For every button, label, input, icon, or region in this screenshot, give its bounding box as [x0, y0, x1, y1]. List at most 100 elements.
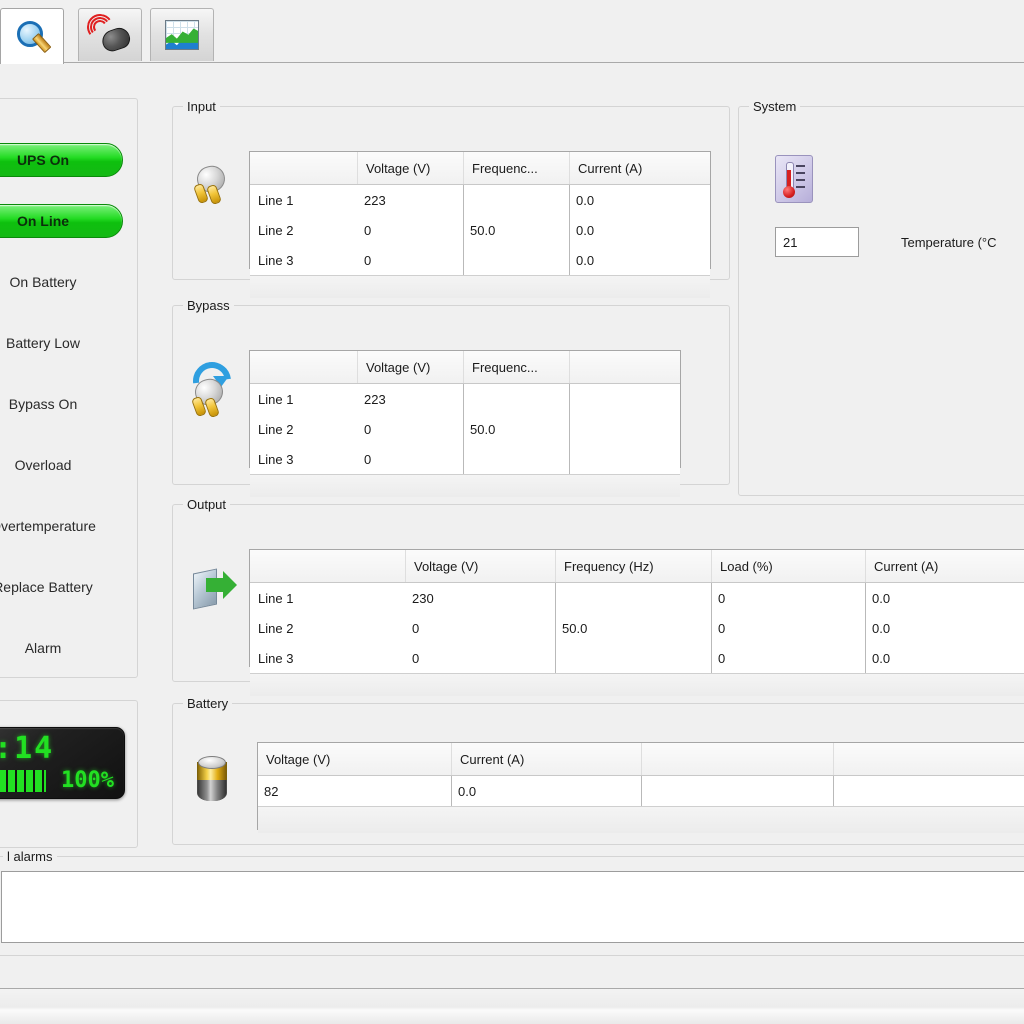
status-indicator-on-battery: On Battery — [0, 265, 123, 299]
status-group: Status UPS On On Line On Battery Battery… — [0, 98, 138, 678]
chart-tab[interactable] — [150, 8, 214, 61]
table-row[interactable]: Line 1 223 — [250, 384, 680, 414]
cell-frequency: 50.0 — [556, 613, 712, 643]
column-header: Load (%) — [712, 550, 866, 582]
input-group-title: Input — [183, 99, 220, 114]
row-label: Line 3 — [258, 252, 294, 268]
table-row[interactable]: Line 2 0 50.0 0.0 — [250, 215, 710, 245]
status-indicator-label: Replace Battery — [0, 579, 93, 595]
cell-voltage: 0 — [406, 643, 556, 673]
cell-frequency — [556, 583, 712, 613]
column-header: Voltage (V) — [358, 152, 464, 184]
cell-frequency: 50.0 — [464, 414, 570, 444]
cell-load: 0 — [712, 613, 866, 643]
status-indicator-overtemperature: Overtemperature — [0, 509, 123, 543]
column-header — [250, 152, 358, 184]
row-label: Line 2 — [258, 620, 294, 636]
column-header: Current (A) — [452, 743, 642, 775]
lcd-charge-percent: 100% — [61, 768, 114, 793]
events-tab[interactable] — [78, 8, 142, 61]
status-indicator-label: Overtemperature — [0, 518, 96, 534]
status-indicator-label: Battery Low — [6, 335, 80, 351]
cell-empty — [570, 444, 680, 474]
status-indicator-battery-low: Battery Low — [0, 326, 123, 360]
bypass-group: Bypass Voltage (V) Frequenc... Line 1 22… — [172, 298, 730, 497]
output-arrow-icon — [191, 567, 241, 611]
battery-group: Battery Voltage (V) Current (A) 82 0.0 — [172, 696, 1024, 845]
table-row[interactable]: Line 1 223 0.0 — [250, 185, 710, 215]
alarms-group-title: l alarms — [3, 849, 57, 864]
cell-empty — [570, 384, 680, 414]
table-row[interactable]: Line 2 0 50.0 0 0.0 — [250, 613, 1024, 643]
cell-current: 0.0 — [576, 192, 595, 208]
output-table-footer — [250, 673, 1024, 696]
status-indicator-label: On Line — [16, 213, 70, 229]
lcd-time-remaining: 5:14 — [0, 731, 55, 766]
alarms-group: l alarms — [0, 849, 1024, 956]
column-header: Frequenc... — [464, 351, 570, 383]
row-label: Line 1 — [258, 192, 294, 208]
chart-icon — [165, 20, 199, 50]
power-plug-icon — [191, 162, 235, 206]
cell-current: 0.0 — [576, 222, 595, 238]
system-group-title: System — [749, 99, 801, 114]
cell-voltage: 0 — [358, 245, 464, 275]
cell-current: 0.0 — [872, 620, 891, 636]
row-label: Line 3 — [258, 451, 294, 467]
row-label: Line 2 — [258, 222, 294, 238]
bypass-plug-icon — [185, 354, 239, 419]
output-table-body: Line 1 230 0 0.0 Line 2 0 50.0 0 0.0 Lin… — [250, 583, 1024, 673]
battery-table-footer — [258, 806, 1024, 833]
table-row[interactable]: Line 3 0 0 0.0 — [250, 643, 1024, 673]
column-header: Frequenc... — [464, 152, 570, 184]
table-row[interactable]: Line 1 230 0 0.0 — [250, 583, 1024, 613]
column-header — [570, 351, 680, 383]
input-table: Voltage (V) Frequenc... Current (A) Line… — [249, 151, 711, 298]
cell-frequency — [464, 384, 570, 414]
battery-group-title: Battery — [183, 696, 233, 711]
status-indicator-replace-battery: Replace Battery — [0, 570, 123, 604]
bypass-group-title: Bypass — [183, 298, 234, 313]
bypass-table-header: Voltage (V) Frequenc... — [250, 351, 680, 384]
battery-table-body: 82 0.0 — [258, 776, 1024, 806]
alarms-list[interactable] — [1, 871, 1024, 943]
system-group: System 21 Temperature (°C — [738, 99, 1024, 496]
status-indicator-label: UPS On — [16, 152, 70, 168]
cell-current: 0.0 — [452, 776, 642, 806]
column-header: Voltage (V) — [358, 351, 464, 383]
cell-voltage: 0 — [358, 414, 464, 444]
cell-voltage: 223 — [358, 384, 464, 414]
cell-load: 0 — [712, 643, 866, 673]
row-label: Line 1 — [258, 391, 294, 407]
cell-voltage: 0 — [358, 444, 464, 474]
status-indicator-label: Bypass On — [8, 396, 78, 412]
table-row[interactable]: Line 2 0 50.0 — [250, 414, 680, 444]
status-indicator-label: Alarm — [24, 640, 62, 656]
status-indicator-label: Overload — [14, 457, 72, 473]
toolbar-tabstrip — [0, 0, 1024, 64]
table-row[interactable]: Line 3 0 — [250, 444, 680, 474]
status-indicator-bypass-on: Bypass On — [0, 387, 123, 421]
cell-frequency — [464, 185, 570, 215]
input-table-footer — [250, 275, 710, 298]
column-header: Frequency (Hz) — [556, 550, 712, 582]
table-row[interactable]: 82 0.0 — [258, 776, 1024, 806]
cell-frequency — [464, 245, 570, 275]
output-table: Voltage (V) Frequency (Hz) Load (%) Curr… — [249, 549, 1024, 696]
temperature-field[interactable]: 21 — [775, 227, 859, 257]
output-table-header: Voltage (V) Frequency (Hz) Load (%) Curr… — [250, 550, 1024, 583]
row-label: Line 2 — [258, 421, 294, 437]
cell-voltage: 223 — [358, 185, 464, 215]
status-indicator-ups-on: UPS On — [0, 143, 123, 177]
cell-load: 0 — [712, 583, 866, 613]
row-label: Line 1 — [258, 590, 294, 606]
thermometer-icon — [775, 155, 813, 203]
output-group-title: Output — [183, 497, 231, 512]
monitor-tab[interactable] — [0, 8, 64, 64]
table-row[interactable]: Line 3 0 0.0 — [250, 245, 710, 275]
bypass-table-footer — [250, 474, 680, 497]
bypass-table: Voltage (V) Frequenc... Line 1 223 Line … — [249, 350, 681, 497]
cell-voltage: 0 — [406, 613, 556, 643]
battery-runtime-group: 5:14 100% — [0, 700, 138, 848]
cell-voltage: 230 — [406, 583, 556, 613]
